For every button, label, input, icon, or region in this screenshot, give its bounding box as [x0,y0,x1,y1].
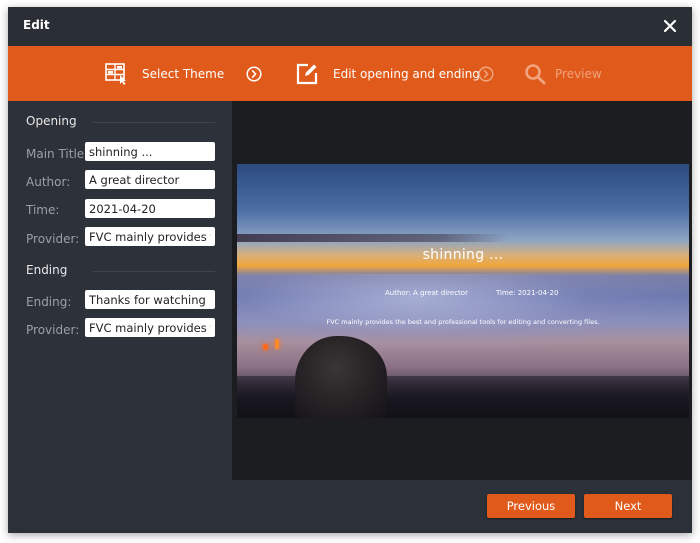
time-label: Time: [26,203,60,217]
main-title-input[interactable] [85,142,215,161]
previous-button[interactable]: Previous [487,494,575,518]
divider [93,271,215,272]
preview-title-text: shinning ... [422,247,504,263]
close-icon[interactable] [660,16,680,36]
divider [93,122,215,123]
preview-area: shinning ... Author: A great director Ti… [232,101,692,480]
ending-input[interactable] [85,290,215,309]
author-label: Author: [26,175,71,189]
author-input[interactable] [85,170,215,189]
next-button[interactable]: Next [584,494,672,518]
opening-provider-input[interactable] [85,227,215,246]
theme-grid-icon [105,62,126,85]
ending-provider-input[interactable] [85,318,215,337]
step-bar: Select Theme Edit opening and ending Pre… [8,46,692,101]
dialog-title: Edit [23,18,50,32]
step-label: Preview [555,66,602,81]
preview-rock [295,336,387,418]
main-title-label: Main Title: [26,147,89,161]
chevron-right-circle-icon [478,66,494,82]
time-input[interactable] [85,199,215,218]
preview-image: shinning ... Author: A great director Ti… [237,164,689,418]
edit-dialog: Edit Select Theme Edit opening and endin… [8,7,692,533]
title-bar: Edit [8,7,692,46]
step-label: Edit opening and ending [333,66,480,81]
search-icon [525,63,546,84]
opening-provider-label: Provider: [26,232,80,246]
dialog-footer: Previous Next [8,480,692,533]
step-label: Select Theme [142,66,225,81]
opening-heading: Opening [26,114,77,128]
preview-time-text: Time: 2021-04-20 [496,289,559,297]
ending-heading: Ending [26,263,68,277]
step-edit-opening-ending[interactable]: Edit opening and ending [295,46,480,101]
step-select-theme[interactable]: Select Theme [104,46,224,101]
preview-horizon [237,234,689,242]
preview-light [263,344,268,350]
preview-author-text: Author: A great director [385,289,468,297]
preview-light [275,339,279,349]
preview-provider-text: FVC mainly provides the best and profess… [326,318,600,326]
chevron-right-circle-icon [246,66,262,82]
step-preview[interactable]: Preview [523,46,602,101]
edit-icon [296,63,318,84]
settings-panel: Opening Main Title: Author: Time: Provid… [8,101,232,480]
preview-clouds [237,274,689,354]
ending-label: Ending: [26,295,72,309]
ending-provider-label: Provider: [26,323,80,337]
